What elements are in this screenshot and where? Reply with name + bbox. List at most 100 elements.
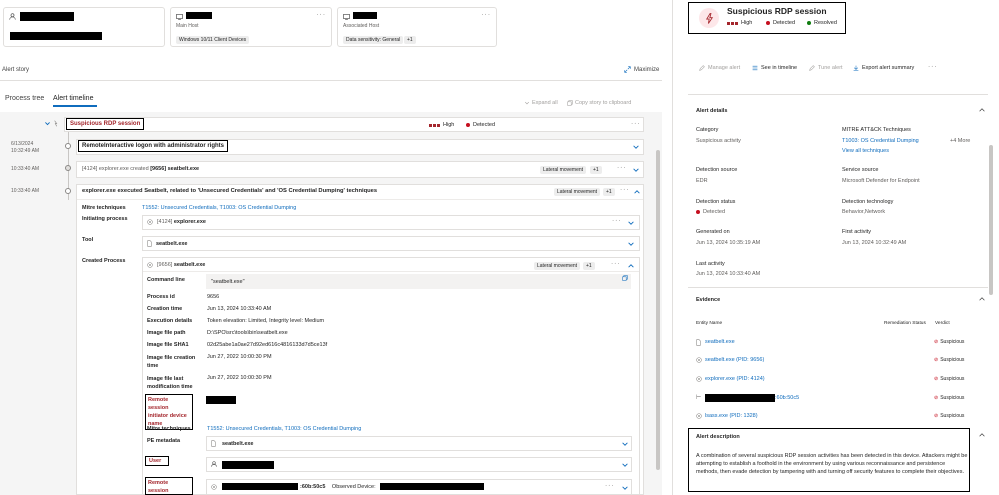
chevron-down-icon[interactable] — [621, 484, 629, 492]
lateral-movement-tag[interactable]: Lateral movement — [534, 262, 581, 270]
tab-process-tree[interactable]: Process tree — [5, 95, 44, 102]
copy-story-button[interactable]: Copy story to clipboard — [567, 100, 631, 106]
manage-alert-label: Manage alert — [708, 65, 741, 71]
more-icon[interactable]: ··· — [631, 120, 641, 127]
detection-status-text: Detected — [703, 209, 726, 215]
more-icon[interactable]: ··· — [605, 482, 615, 489]
host-role: Associated Host — [343, 23, 380, 29]
created-process-label: Created Process — [82, 258, 126, 264]
timeline-row-alert[interactable] — [64, 117, 644, 132]
more-tags-badge[interactable]: +1 — [404, 36, 416, 44]
image-file-modification-time-label: Image file last modification time — [147, 376, 193, 390]
evidence-header[interactable]: Evidence — [696, 297, 720, 303]
verdict: ⊘ Suspicious — [934, 376, 964, 382]
warning-icon: ⊘ — [934, 413, 939, 419]
chevron-up-icon[interactable] — [627, 262, 635, 270]
first-activity-label: First activity — [842, 229, 872, 235]
more-icon[interactable]: ··· — [612, 217, 622, 224]
created-process-name[interactable]: [9656] seatbelt.exe — [157, 262, 205, 268]
right-scrollbar[interactable] — [989, 145, 993, 295]
expand-all-button[interactable]: Expand all — [524, 100, 558, 106]
entity-card-main-host[interactable]: ··· Main Host Windows 10/11 Client Devic… — [170, 7, 332, 47]
last-activity-label: Last activity — [696, 261, 725, 267]
evidence-col-verdict[interactable]: Verdict — [935, 321, 950, 326]
chevron-down-icon[interactable] — [44, 120, 51, 127]
panel-divider — [672, 0, 673, 495]
more-tags-badge[interactable]: +1 — [583, 262, 595, 270]
tab-active-indicator — [53, 105, 97, 107]
evidence-row[interactable]: seatbelt.exe ⊘ Suspicious — [696, 338, 986, 348]
copy-icon[interactable] — [622, 275, 628, 281]
more-icon[interactable]: ··· — [620, 186, 630, 193]
created-process-pid: [9656] — [157, 262, 173, 268]
chevron-down-icon[interactable] — [621, 461, 629, 469]
evidence-row[interactable]: seatbelt.exe (PID: 9656) ⊘ Suspicious — [696, 356, 986, 366]
verdict: ⊘ Suspicious — [934, 357, 964, 363]
tab-alert-timeline[interactable]: Alert timeline — [53, 95, 93, 102]
redacted-host-name — [186, 12, 212, 19]
warning-icon: ⊘ — [934, 376, 939, 382]
entity-card-user[interactable] — [3, 7, 165, 47]
evidence-name[interactable]: lsass.exe (PID: 1328) — [705, 413, 758, 419]
severity-indicator: High — [429, 122, 454, 128]
alert-description-header[interactable]: Alert description — [696, 434, 740, 440]
evidence-col-entity[interactable]: Entity Name — [696, 321, 722, 326]
manage-alert-button[interactable]: Manage alert — [699, 65, 740, 71]
chevron-up-icon[interactable] — [978, 295, 986, 303]
file-icon — [211, 440, 216, 447]
more-icon[interactable]: ··· — [482, 11, 492, 18]
export-summary-label: Export alert summary — [862, 65, 915, 71]
evidence-name[interactable]: seatbelt.exe (PID: 9656) — [705, 357, 764, 363]
more-tags-badge[interactable]: +1 — [603, 188, 615, 196]
mitre-techniques-label: Mitre techniques — [82, 205, 126, 211]
verdict-label: Suspicious — [940, 395, 965, 401]
process-icon — [696, 413, 702, 419]
more-icon[interactable]: ··· — [617, 164, 627, 171]
initiating-process-card[interactable] — [142, 215, 640, 230]
pe-metadata-card[interactable] — [206, 436, 632, 451]
mitre-techniques-link[interactable]: T1552: Unsecured Credentials, T1003: OS … — [207, 426, 361, 432]
verdict-label: Suspicious — [940, 339, 965, 345]
chevron-up-icon[interactable] — [978, 431, 986, 439]
seatbelt-event-title[interactable]: explorer.exe executed Seatbelt, related … — [82, 188, 377, 194]
chevron-down-icon[interactable] — [632, 143, 640, 151]
maximize-button[interactable]: Maximize — [624, 66, 659, 73]
initiating-process-label: Initiating process — [82, 216, 128, 222]
evidence-name[interactable]: :60b:50c5 — [775, 395, 799, 401]
view-all-techniques-link[interactable]: View all techniques — [842, 148, 889, 154]
evidence-name[interactable]: seatbelt.exe — [705, 339, 735, 345]
command-line-value: "seatbelt.exe" — [211, 279, 245, 285]
timeline-scrollbar[interactable] — [656, 150, 660, 470]
more-icon[interactable]: ··· — [611, 260, 621, 267]
host-role: Main Host — [176, 23, 199, 29]
mitre-techniques-link[interactable]: T1552: Unsecured Credentials, T1003: OS … — [142, 205, 296, 211]
evidence-row[interactable]: lsass.exe (PID: 1328) ⊘ Suspicious — [696, 412, 986, 422]
mitre-technique-link[interactable]: T1003: OS Credential Dumping — [842, 138, 919, 144]
chevron-down-icon[interactable] — [632, 166, 640, 174]
chevron-down-icon[interactable] — [627, 240, 635, 248]
export-summary-button[interactable]: Export alert summary — [853, 65, 914, 71]
evidence-name[interactable]: explorer.exe (PID: 4124) — [705, 376, 765, 382]
tune-alert-button[interactable]: Tune alert — [809, 65, 843, 71]
evidence-row[interactable]: ⊢ :60b:50c5 ⊘ Suspicious — [696, 394, 986, 404]
see-in-timeline-button[interactable]: See in timeline — [752, 65, 797, 71]
more-tags-badge[interactable]: +1 — [590, 166, 602, 174]
evidence-col-remediation[interactable]: Remediation Status — [884, 321, 926, 326]
chevron-up-icon[interactable] — [978, 106, 986, 114]
process-created-source: [4124] explorer.exe created — [82, 166, 149, 172]
ip-icon — [211, 484, 217, 490]
mitre-more-link[interactable]: +4 More — [950, 138, 970, 144]
evidence-row[interactable]: explorer.exe (PID: 4124) ⊘ Suspicious — [696, 375, 986, 385]
lateral-movement-tag[interactable]: Lateral movement — [554, 188, 601, 196]
alert-description-text: A combination of several suspicious RDP … — [696, 453, 968, 475]
entity-card-associated-host[interactable]: ··· Associated Host Data sensitivity: Ge… — [337, 7, 497, 47]
alert-details-header[interactable]: Alert details — [696, 108, 727, 114]
more-icon[interactable]: ··· — [928, 63, 938, 70]
redacted-observed-device — [380, 483, 484, 490]
chevron-down-icon[interactable] — [621, 440, 629, 448]
tool-card[interactable] — [142, 236, 640, 251]
lateral-movement-tag[interactable]: Lateral movement — [540, 166, 587, 174]
more-icon[interactable]: ··· — [317, 11, 327, 18]
chevron-down-icon[interactable] — [627, 219, 635, 227]
chevron-up-icon[interactable] — [633, 188, 641, 196]
